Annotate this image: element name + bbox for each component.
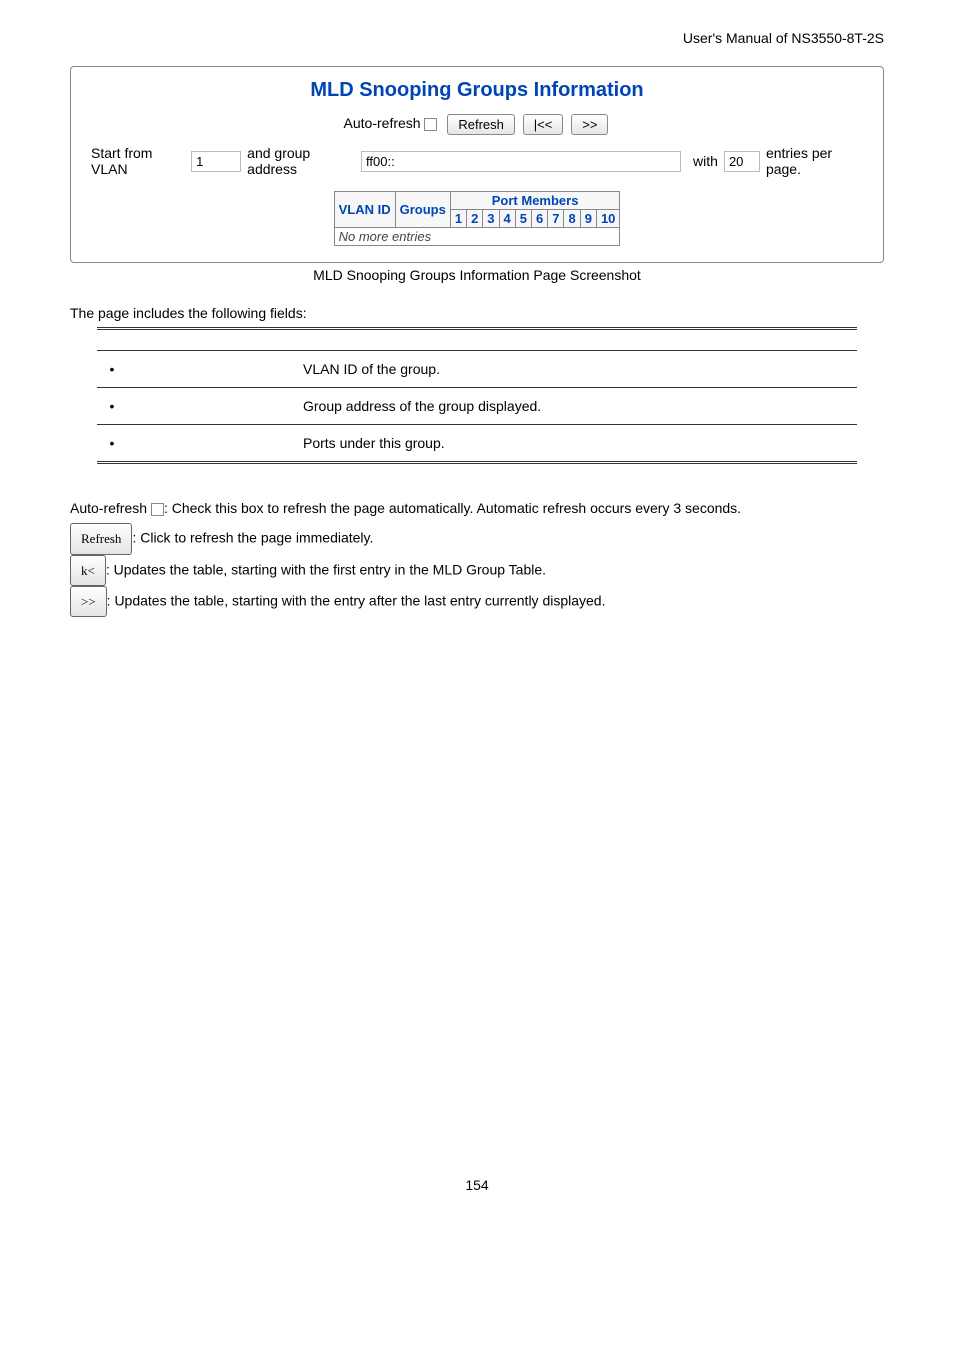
panel-title: MLD Snooping Groups Information xyxy=(91,79,863,102)
group-address-input[interactable]: ff00:: xyxy=(361,151,681,172)
next-button-icon: >> xyxy=(70,586,107,617)
fields-table: • VLAN ID of the group. • Group address … xyxy=(97,327,857,464)
screenshot-panel: MLD Snooping Groups Information Auto-ref… xyxy=(70,66,884,263)
port-col: 2 xyxy=(467,210,483,228)
note-text: : Updates the table, starting with the f… xyxy=(106,561,546,577)
field-desc: VLAN ID of the group. xyxy=(297,351,857,388)
port-col: 7 xyxy=(548,210,564,228)
col-port-members: Port Members xyxy=(450,192,620,210)
note-text: : Updates the table, starting with the e… xyxy=(107,592,606,608)
port-col: 10 xyxy=(596,210,619,228)
note-text: : Click to refresh the page immediately. xyxy=(132,530,373,546)
port-col: 6 xyxy=(532,210,548,228)
autorefresh-label: Auto-refresh xyxy=(344,115,421,131)
bullet-icon: • xyxy=(103,435,121,451)
filter-label: Start from VLAN xyxy=(91,145,185,177)
intro-text: The page includes the following fields: xyxy=(70,305,884,321)
port-col: 8 xyxy=(564,210,580,228)
checkbox-icon xyxy=(151,503,164,516)
table-row: • Ports under this group. xyxy=(97,425,857,463)
no-more-entries: No more entries xyxy=(334,228,620,246)
next-page-button[interactable]: >> xyxy=(571,114,608,135)
filter-label: and group address xyxy=(247,145,355,177)
col-vlan-id: VLAN ID xyxy=(334,192,395,228)
port-col: 3 xyxy=(483,210,499,228)
bullet-icon: • xyxy=(103,398,121,414)
refresh-button[interactable]: Refresh xyxy=(447,114,515,135)
port-col: 5 xyxy=(515,210,531,228)
first-page-button[interactable]: |<< xyxy=(523,114,564,135)
bullet-icon: • xyxy=(103,361,121,377)
page-header: User's Manual of NS3550-8T-2S xyxy=(70,30,884,46)
screenshot-caption: MLD Snooping Groups Information Page Scr… xyxy=(70,267,884,283)
port-col: 9 xyxy=(580,210,596,228)
filter-label: with xyxy=(693,153,718,169)
panel-controls: Auto-refresh Refresh |<< >> xyxy=(91,114,863,135)
filter-label: entries per page. xyxy=(766,145,863,177)
note-label: Auto-refresh xyxy=(70,500,147,516)
note-text: : Check this box to refresh the page aut… xyxy=(164,500,741,516)
entries-input[interactable]: 20 xyxy=(724,151,760,172)
groups-table: VLAN ID Groups Port Members 1 2 3 4 5 6 … xyxy=(334,191,621,246)
vlan-input[interactable]: 1 xyxy=(191,151,241,172)
refresh-button-icon: Refresh xyxy=(70,523,132,554)
port-col: 4 xyxy=(499,210,515,228)
table-row: • Group address of the group displayed. xyxy=(97,388,857,425)
autorefresh-checkbox[interactable] xyxy=(424,118,437,131)
col-groups: Groups xyxy=(395,192,450,228)
port-col: 1 xyxy=(450,210,466,228)
first-button-icon: k< xyxy=(70,555,106,586)
page-number: 154 xyxy=(70,1177,884,1193)
button-notes: Auto-refresh : Check this box to refresh… xyxy=(70,494,884,617)
field-desc: Group address of the group displayed. xyxy=(297,388,857,425)
table-row: • VLAN ID of the group. xyxy=(97,351,857,388)
filter-row: Start from VLAN 1 and group address ff00… xyxy=(91,145,863,177)
field-desc: Ports under this group. xyxy=(297,425,857,463)
